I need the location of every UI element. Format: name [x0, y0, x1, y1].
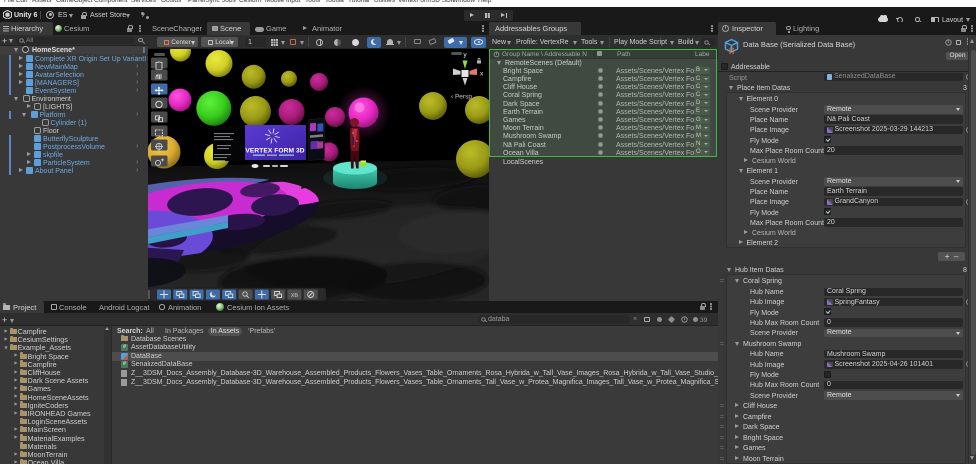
- svg-text:{}: {}: [729, 47, 735, 55]
- svg-text:XB: XB: [291, 293, 299, 299]
- svg-text:VERTEX FORM 3D: VERTEX FORM 3D: [245, 148, 304, 155]
- svg-text:‹ Persp: ‹ Persp: [451, 94, 472, 101]
